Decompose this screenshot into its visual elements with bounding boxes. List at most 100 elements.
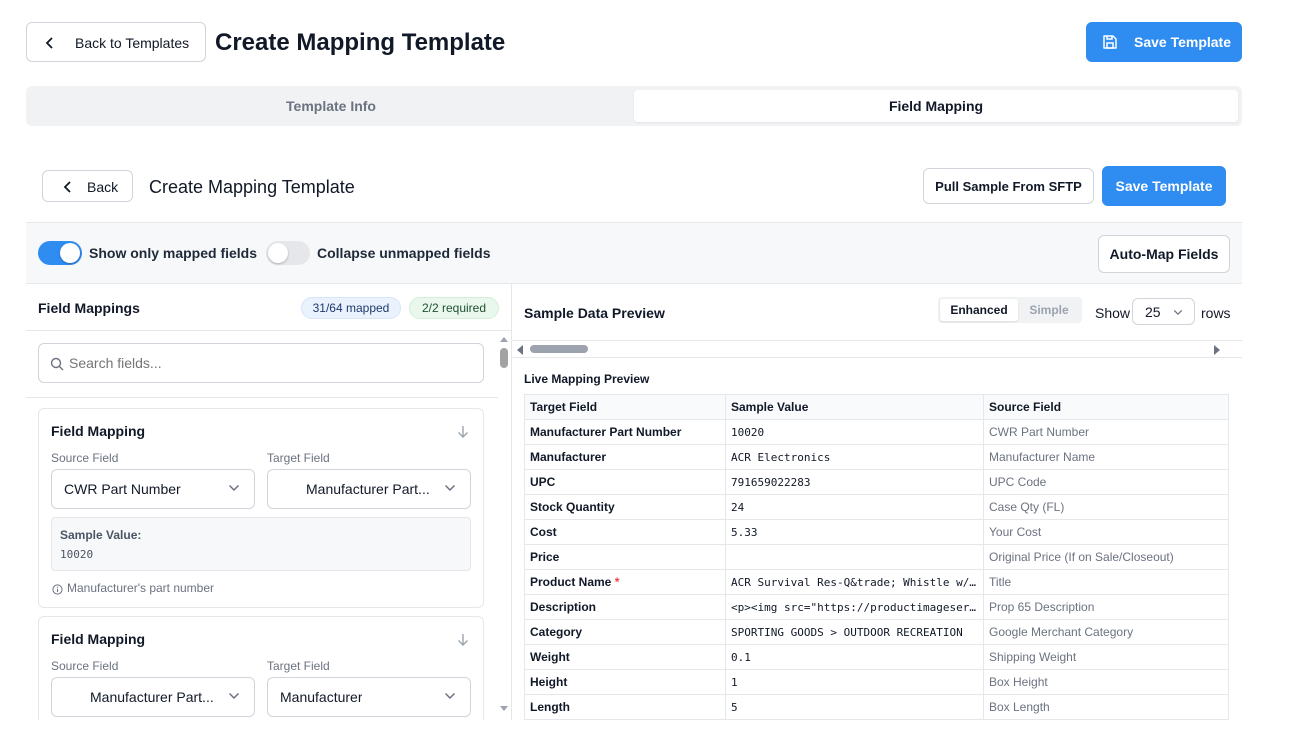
auto-map-button[interactable]: Auto-Map Fields — [1098, 235, 1230, 273]
table-row[interactable]: Height 1 Box Height — [524, 669, 1229, 695]
view-simple-button[interactable]: Simple — [1018, 299, 1080, 321]
section-title: Create Mapping Template — [149, 177, 355, 197]
show-mapped-label: Show only mapped fields — [89, 245, 258, 261]
source-field-select[interactable]: Manufacturer Part... — [51, 677, 255, 717]
scroll-up-icon[interactable] — [498, 334, 510, 344]
table-row[interactable]: Length 5 Box Length — [524, 694, 1229, 720]
sample-value: 10020 — [60, 548, 94, 561]
source-field-cell: CWR Part Number — [983, 419, 1229, 445]
rows-per-page-select[interactable]: 25 — [1132, 298, 1195, 325]
left-scrollbar[interactable] — [498, 334, 510, 720]
table-row[interactable]: Price Original Price (If on Sale/Closeout… — [524, 544, 1229, 570]
field-mapping-card: Field Mapping Source Field Target Field … — [38, 408, 484, 608]
search-field-wrapper — [38, 343, 484, 383]
sample-value-cell: ACR Electronics — [725, 444, 984, 470]
target-field-label: Target Field — [267, 659, 330, 673]
source-field-select[interactable]: CWR Part Number — [51, 469, 255, 509]
search-icon — [50, 357, 64, 376]
scroll-right-icon[interactable] — [1212, 344, 1222, 356]
table-row[interactable]: Category SPORTING GOODS > OUTDOOR RECREAT… — [524, 619, 1229, 645]
save-template-button[interactable]: Save Template — [1086, 22, 1242, 62]
move-down-icon[interactable] — [457, 633, 469, 652]
auto-map-label: Auto-Map Fields — [1109, 246, 1219, 262]
field-mapping-card: Field Mapping Source Field Target Field … — [38, 616, 484, 720]
target-field-select[interactable]: Manufacturer — [267, 677, 471, 717]
live-mapping-preview-label: Live Mapping Preview — [524, 372, 650, 386]
table-row[interactable]: Product Name * ACR Survival Res-Q&trade; … — [524, 569, 1229, 595]
sample-value-cell: 1 — [725, 669, 984, 695]
tab-field-mapping[interactable]: Field Mapping — [634, 90, 1238, 122]
source-field-cell: Box Height — [983, 669, 1229, 695]
target-field-text: Stock Quantity — [530, 500, 615, 514]
target-field-cell: Cost — [524, 519, 726, 545]
target-field-cell: Length — [524, 694, 726, 720]
scroll-down-icon[interactable] — [498, 704, 510, 714]
table-row[interactable]: Stock Quantity 24 Case Qty (FL) — [524, 494, 1229, 520]
pull-sample-label: Pull Sample From SFTP — [935, 178, 1082, 194]
source-field-label: Source Field — [51, 451, 119, 465]
table-row[interactable]: Description <p><img src="https://producti… — [524, 594, 1229, 620]
table-row[interactable]: Manufacturer Part Number 10020 CWR Part Nu… — [524, 419, 1229, 445]
back-label: Back — [87, 179, 119, 195]
back-to-templates-label: Back to Templates — [75, 35, 190, 51]
scroll-left-icon[interactable] — [515, 344, 525, 356]
view-enhanced-button[interactable]: Enhanced — [940, 299, 1018, 321]
source-field-cell: Case Qty (FL) — [983, 494, 1229, 520]
collapse-unmapped-toggle[interactable] — [266, 241, 310, 265]
target-field-cell: Description — [524, 594, 726, 620]
source-field-cell: Box Length — [983, 694, 1229, 720]
chevron-down-icon — [1173, 309, 1183, 316]
target-field-cell: Manufacturer — [524, 444, 726, 470]
back-button[interactable]: Back — [42, 170, 133, 202]
target-field-text: UPC — [530, 475, 556, 489]
view-toggle: Enhanced Simple — [938, 297, 1082, 323]
target-field-text: Length — [530, 700, 570, 714]
move-down-icon[interactable] — [457, 425, 469, 444]
target-field-label: Target Field — [267, 451, 330, 465]
table-header-row: Target Field Sample Value Source Field — [524, 394, 1229, 420]
sample-value-cell: SPORTING GOODS > OUTDOOR RECREATION — [725, 619, 984, 645]
target-field-text: Product Name — [530, 575, 612, 589]
target-field-text: Manufacturer Part Number — [530, 425, 682, 439]
search-input[interactable] — [69, 352, 469, 374]
target-field-value: Manufacturer — [280, 689, 363, 705]
field-hint: Manufacturer's part number — [67, 581, 215, 595]
column-header-target: Target Field — [524, 394, 726, 420]
tab-template-info[interactable]: Template Info — [30, 90, 632, 122]
source-field-cell: Original Price (If on Sale/Closeout) — [983, 544, 1229, 570]
table-row[interactable]: Weight 0.1 Shipping Weight — [524, 644, 1229, 670]
target-field-cell: Manufacturer Part Number — [524, 419, 726, 445]
source-field-cell: Your Cost — [983, 519, 1229, 545]
view-simple-label: Simple — [1029, 303, 1069, 317]
save-template-secondary-label: Save Template — [1115, 178, 1213, 194]
target-field-select[interactable]: Manufacturer Part... — [267, 469, 471, 509]
view-enhanced-label: Enhanced — [950, 303, 1008, 317]
table-body: Manufacturer Part Number 10020 CWR Part Nu… — [524, 419, 1229, 720]
source-field-cell: Google Merchant Category — [983, 619, 1229, 645]
page-title: Create Mapping Template — [215, 29, 506, 56]
pull-sample-button[interactable]: Pull Sample From SFTP — [923, 168, 1094, 204]
mapping-toolbar: Show only mapped fields Collapse unmappe… — [26, 222, 1242, 284]
save-template-button-secondary[interactable]: Save Template — [1102, 166, 1226, 206]
live-mapping-table: Target Field Sample Value Source Field M… — [524, 394, 1229, 720]
table-row[interactable]: UPC 791659022283 UPC Code — [524, 469, 1229, 495]
required-count-badge: 2/2 required — [409, 297, 499, 319]
divider — [26, 397, 498, 398]
target-field-value: Manufacturer Part... — [306, 481, 430, 497]
table-row[interactable]: Manufacturer ACR Electronics Manufacturer … — [524, 444, 1229, 470]
scrollbar-thumb[interactable] — [500, 348, 508, 368]
info-icon — [52, 582, 63, 600]
table-row[interactable]: Cost 5.33 Your Cost — [524, 519, 1229, 545]
back-to-templates-button[interactable]: Back to Templates — [26, 22, 206, 62]
show-mapped-toggle[interactable] — [38, 241, 82, 265]
save-icon — [1102, 34, 1118, 53]
mapped-count-badge: 31/64 mapped — [301, 297, 401, 319]
save-template-label: Save Template — [1134, 34, 1232, 50]
chevron-down-icon — [444, 692, 456, 700]
chevron-down-icon — [228, 484, 240, 492]
horizontal-scrollbar[interactable] — [512, 340, 1242, 358]
horizontal-scrollbar-thumb[interactable] — [530, 345, 588, 353]
source-field-value: CWR Part Number — [64, 481, 181, 497]
column-header-sample: Sample Value — [725, 394, 984, 420]
toggle-knob — [60, 243, 80, 263]
